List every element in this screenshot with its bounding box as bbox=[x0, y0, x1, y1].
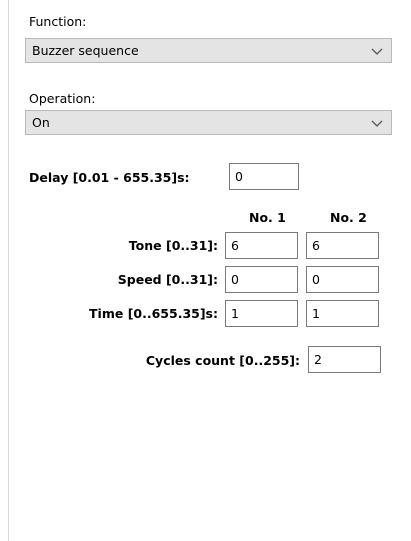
function-label: Function: bbox=[29, 14, 87, 29]
operation-select-value: On bbox=[32, 115, 50, 130]
column-header-no2: No. 2 bbox=[330, 210, 367, 225]
time-no2-input[interactable]: 1 bbox=[306, 300, 379, 327]
delay-label: Delay [0.01 - 655.35]s: bbox=[29, 170, 190, 185]
time-no1-input[interactable]: 1 bbox=[225, 300, 298, 327]
chevron-down-icon bbox=[371, 120, 383, 127]
chevron-down-icon bbox=[371, 48, 383, 55]
operation-label: Operation: bbox=[29, 91, 96, 106]
speed-no2-input[interactable]: 0 bbox=[306, 266, 379, 293]
cycles-input[interactable]: 2 bbox=[308, 346, 381, 373]
time-label: Time [0..655.35]s: bbox=[89, 306, 218, 321]
speed-no1-input[interactable]: 0 bbox=[225, 266, 298, 293]
speed-label: Speed [0..31]: bbox=[117, 272, 218, 287]
tone-no2-input[interactable]: 6 bbox=[306, 232, 379, 259]
column-header-no1: No. 1 bbox=[249, 210, 286, 225]
panel-left-border bbox=[8, 0, 9, 541]
tone-label: Tone [0..31]: bbox=[128, 238, 218, 253]
delay-input[interactable]: 0 bbox=[229, 163, 299, 190]
cycles-label: Cycles count [0..255]: bbox=[145, 353, 300, 368]
function-select[interactable]: Buzzer sequence bbox=[25, 38, 392, 63]
tone-no1-input[interactable]: 6 bbox=[225, 232, 298, 259]
function-select-value: Buzzer sequence bbox=[32, 43, 139, 58]
operation-select[interactable]: On bbox=[25, 110, 392, 135]
